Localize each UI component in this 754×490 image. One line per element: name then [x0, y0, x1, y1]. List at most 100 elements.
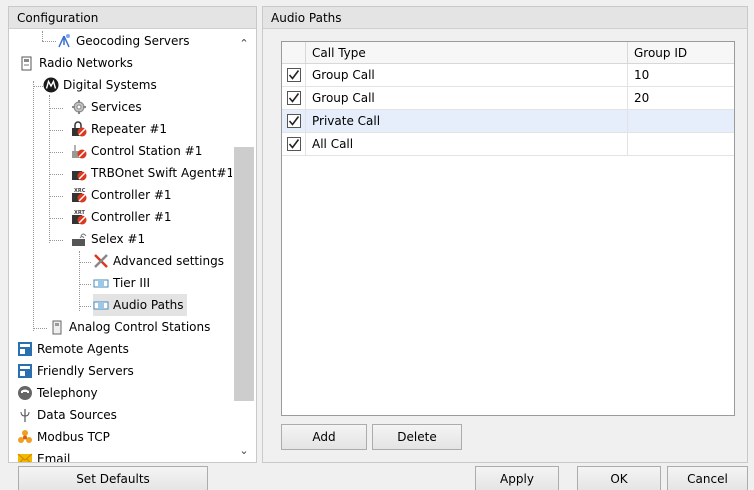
ok-button[interactable]: OK: [577, 466, 661, 490]
gear-icon: [71, 99, 87, 115]
tree-item-services[interactable]: Services: [71, 96, 142, 118]
audio-paths-panel: Audio Paths Call Type Group ID Group Cal…: [262, 6, 748, 463]
tree-item-modbus-tcp[interactable]: Modbus TCP: [17, 426, 110, 448]
tree-item-label: Controller #1: [91, 188, 172, 202]
modbus-icon: [17, 429, 33, 445]
tree-item-label: Remote Agents: [37, 342, 129, 356]
tree-item-advanced-settings[interactable]: Advanced settings: [93, 250, 224, 272]
call-type-cell[interactable]: Private Call: [306, 110, 628, 133]
tree-item-label: Email: [37, 452, 71, 462]
group-id-cell[interactable]: 10: [628, 64, 734, 87]
table-row[interactable]: Group Call 20: [282, 87, 734, 110]
tree-item-label: Modbus TCP: [37, 430, 110, 444]
call-type-cell[interactable]: All Call: [306, 133, 628, 156]
audio-paths-header: Audio Paths: [263, 7, 747, 29]
tree-item-label: Digital Systems: [63, 78, 157, 92]
row-checkbox-cell[interactable]: [282, 87, 306, 110]
selex-icon: [71, 231, 87, 247]
configuration-tree: Geocoding Servers Radio Networks Digital…: [9, 29, 232, 462]
checkbox-checked-icon[interactable]: [287, 137, 301, 151]
tree-item-selex-1[interactable]: Selex #1: [71, 228, 145, 250]
audio-paths-icon: [93, 297, 109, 313]
row-checkbox-cell[interactable]: [282, 133, 306, 156]
controller-xrc-icon: XRC: [71, 187, 87, 203]
column-header-group-id[interactable]: Group ID: [628, 42, 734, 64]
tree-item-label: Geocoding Servers: [76, 34, 190, 48]
add-button[interactable]: Add: [281, 424, 367, 450]
tree-item-analog-control-stations[interactable]: Analog Control Stations: [49, 316, 210, 338]
tree-item-label: Friendly Servers: [37, 364, 134, 378]
tree-item-label: Advanced settings: [113, 254, 224, 268]
set-defaults-button[interactable]: Set Defaults: [18, 466, 208, 490]
tree-item-remote-agents[interactable]: Remote Agents: [17, 338, 129, 360]
data-sources-icon: [17, 407, 33, 423]
grid-header: Call Type Group ID: [282, 42, 734, 64]
call-type-cell[interactable]: Group Call: [306, 87, 628, 110]
group-id-cell[interactable]: [628, 110, 734, 133]
tree-scrollbar[interactable]: ⌃ ⌄: [232, 29, 256, 462]
tree-item-audio-paths[interactable]: Audio Paths: [93, 294, 187, 316]
tree-item-repeater-1[interactable]: Repeater #1: [71, 118, 167, 140]
checkbox-checked-icon[interactable]: [287, 68, 301, 82]
analog-station-icon: [49, 319, 65, 335]
tree-item-label: Audio Paths: [113, 298, 184, 312]
controller-xrt-icon: XRT: [71, 209, 87, 225]
remote-agents-icon: [17, 341, 33, 357]
tree-item-label: Controller #1: [91, 210, 172, 224]
tree-item-label: Radio Networks: [39, 56, 133, 70]
scroll-down-icon[interactable]: ⌄: [232, 442, 256, 460]
row-checkbox-cell[interactable]: [282, 64, 306, 87]
tree-item-label: Control Station #1: [91, 144, 203, 158]
tree-item-controller-xrc[interactable]: XRC Controller #1: [71, 184, 172, 206]
tree-item-friendly-servers[interactable]: Friendly Servers: [17, 360, 134, 382]
tier-icon: [93, 275, 109, 291]
apply-button[interactable]: Apply: [475, 466, 559, 490]
repeater-icon: [71, 121, 87, 137]
table-row[interactable]: All Call: [282, 133, 734, 156]
checkbox-checked-icon[interactable]: [287, 91, 301, 105]
swift-agent-icon: [71, 165, 87, 181]
tree-item-label: TRBOnet Swift Agent#1: [91, 166, 232, 180]
tree-item-data-sources[interactable]: Data Sources: [17, 404, 117, 426]
geocoding-icon: [56, 33, 72, 49]
table-row[interactable]: Group Call 10: [282, 64, 734, 87]
scroll-up-icon[interactable]: ⌃: [232, 35, 256, 53]
tree-item-label: Analog Control Stations: [69, 320, 211, 334]
tools-icon: [93, 253, 109, 269]
tree-item-radio-networks[interactable]: Radio Networks: [19, 52, 133, 74]
checkbox-column-header: [282, 42, 306, 64]
tree-item-controller-xrt[interactable]: XRT Controller #1: [71, 206, 172, 228]
tree-item-trbonet-swift-agent[interactable]: TRBOnet Swift Agent#1: [71, 162, 232, 184]
column-header-call-type[interactable]: Call Type: [306, 42, 628, 64]
friendly-servers-icon: [17, 363, 33, 379]
scrollbar-thumb[interactable]: [234, 147, 254, 401]
tree-item-label: Services: [91, 100, 142, 114]
tree-item-tier-iii[interactable]: Tier III: [93, 272, 150, 294]
tree-item-control-station-1[interactable]: Control Station #1: [71, 140, 202, 162]
email-icon: [17, 451, 33, 462]
table-row-selected[interactable]: Private Call: [282, 110, 734, 133]
configuration-header: Configuration: [9, 7, 256, 29]
cancel-button[interactable]: Cancel: [667, 466, 748, 490]
checkbox-checked-icon[interactable]: [287, 114, 301, 128]
tree-item-email[interactable]: Email: [17, 448, 70, 462]
tree-item-label: Tier III: [113, 276, 151, 290]
tree-item-label: Data Sources: [37, 408, 117, 422]
configuration-panel: Configuration Geocoding Servers Radio Ne…: [8, 6, 257, 463]
control-station-icon: [71, 143, 87, 159]
telephony-icon: [17, 385, 33, 401]
tree-item-label: Selex #1: [91, 232, 146, 246]
tree-item-label: Repeater #1: [91, 122, 168, 136]
audio-paths-grid: Call Type Group ID Group Call 10 Group C…: [281, 41, 735, 416]
tree-item-label: Telephony: [37, 386, 98, 400]
delete-button[interactable]: Delete: [372, 424, 462, 450]
tree-item-telephony[interactable]: Telephony: [17, 382, 98, 404]
row-checkbox-cell[interactable]: [282, 110, 306, 133]
radio-networks-icon: [19, 55, 35, 71]
group-id-cell[interactable]: [628, 133, 734, 156]
group-id-cell[interactable]: 20: [628, 87, 734, 110]
call-type-cell[interactable]: Group Call: [306, 64, 628, 87]
motorola-logo-icon: [43, 77, 59, 93]
tree-item-digital-systems[interactable]: Digital Systems: [43, 74, 157, 96]
tree-item-geocoding-servers[interactable]: Geocoding Servers: [56, 30, 190, 52]
